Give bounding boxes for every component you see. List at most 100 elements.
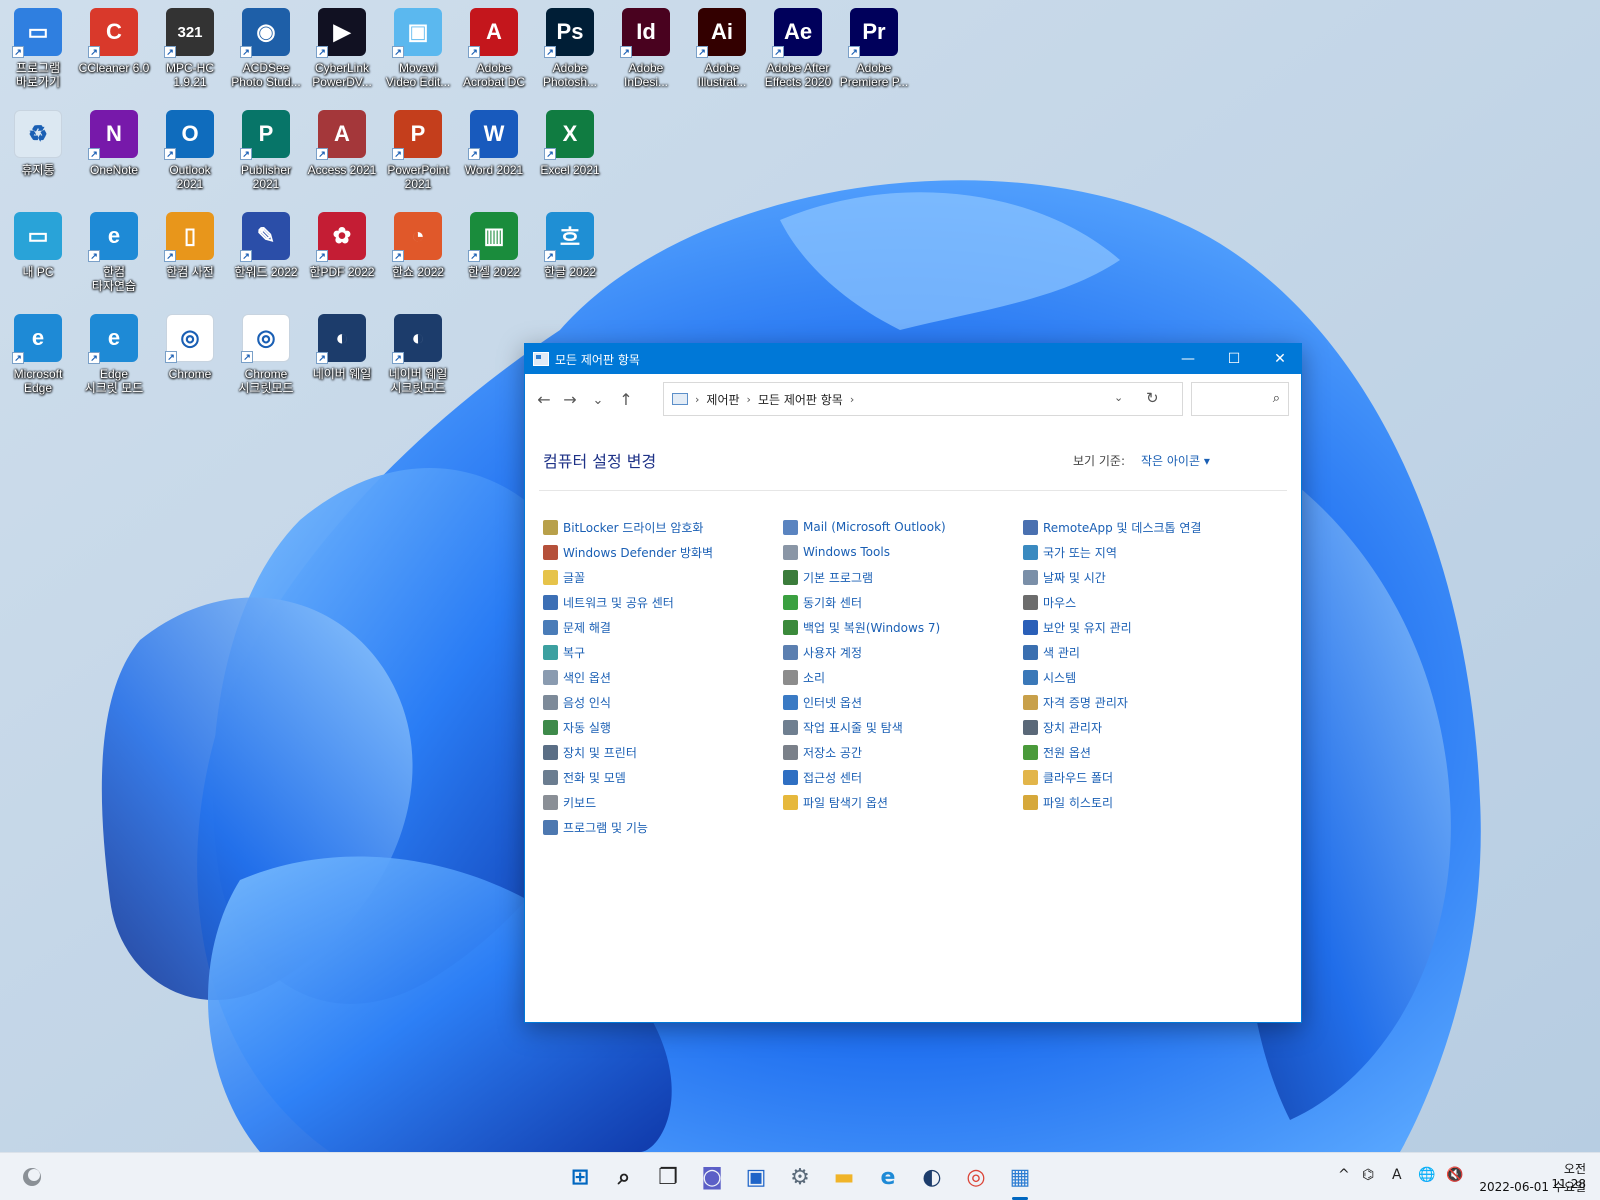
desktop-shortcut[interactable]: e ↗ Edge 시크릿 모드 <box>76 308 152 404</box>
up-arrow-icon[interactable]: ↑ <box>615 390 637 409</box>
address-bar[interactable]: › 제어판 › 모든 제어판 항목 › ⌄ ↻ <box>663 382 1183 416</box>
control-panel-item[interactable]: 음성 인식 <box>543 692 611 712</box>
control-panel-item[interactable]: 자동 실행 <box>543 717 611 737</box>
control-panel-item[interactable]: 파일 히스토리 <box>1023 792 1113 812</box>
control-panel-item[interactable]: 저장소 공간 <box>783 742 862 762</box>
desktop-shortcut[interactable]: Id ↗ Adobe InDesi... <box>608 2 684 98</box>
view-by-dropdown[interactable]: 작은 아이콘 ▾ <box>1141 452 1210 469</box>
desktop-shortcut[interactable]: P ↗ Publisher 2021 <box>228 104 304 200</box>
desktop-shortcut[interactable]: ◎ ↗ Chrome 시크릿모드 <box>228 308 304 404</box>
clock-date[interactable]: 2022-06-01 수요일 <box>1478 1178 1586 1195</box>
store-button[interactable]: ▣ <box>740 1161 772 1193</box>
usb-icon[interactable]: ⌬ <box>1362 1167 1374 1183</box>
address-dropdown-icon[interactable]: ⌄ <box>1114 391 1123 404</box>
refresh-icon[interactable]: ↻ <box>1146 389 1159 407</box>
desktop-shortcut[interactable]: ▯ ↗ 한컴 사전 <box>152 206 228 302</box>
desktop-shortcut[interactable]: ▭ 내 PC <box>0 206 76 302</box>
control-panel-item[interactable]: 파일 탐색기 옵션 <box>783 792 888 812</box>
control-panel-item[interactable]: 시스템 <box>1023 667 1076 687</box>
control-panel-item[interactable]: 키보드 <box>543 792 596 812</box>
desktop-shortcut[interactable]: ◐ ↗ 네이버 웨일 <box>304 308 380 404</box>
desktop-shortcut[interactable]: ✿ ↗ 한PDF 2022 <box>304 206 380 302</box>
control-panel-button[interactable]: ▦ <box>1004 1161 1036 1193</box>
weather-icon[interactable] <box>16 1161 48 1193</box>
control-panel-item[interactable]: 문제 해결 <box>543 617 611 637</box>
desktop-shortcut[interactable]: ▶ ↗ CyberLink PowerDV... <box>304 2 380 98</box>
desktop-shortcut[interactable]: Ai ↗ Adobe Illustrat... <box>684 2 760 98</box>
control-panel-item[interactable]: 색인 옵션 <box>543 667 611 687</box>
whale-button[interactable]: ◐ <box>916 1161 948 1193</box>
control-panel-item[interactable]: 날짜 및 시간 <box>1023 567 1106 587</box>
edge-button[interactable]: e <box>872 1161 904 1193</box>
maximize-button[interactable]: ☐ <box>1211 344 1257 374</box>
desktop-shortcut[interactable]: C ↗ CCleaner 6.0 <box>76 2 152 98</box>
settings-button[interactable]: ⚙ <box>784 1161 816 1193</box>
desktop-shortcut[interactable]: N ↗ OneNote <box>76 104 152 200</box>
task-view-button[interactable]: ❐ <box>652 1161 684 1193</box>
breadcrumb-all-items[interactable]: 모든 제어판 항목 <box>758 391 843 408</box>
tray-overflow-icon[interactable]: ^ <box>1338 1167 1350 1183</box>
control-panel-item[interactable]: RemoteApp 및 데스크톱 연결 <box>1023 517 1201 537</box>
control-panel-item[interactable]: Mail (Microsoft Outlook) <box>783 517 946 537</box>
control-panel-item[interactable]: 네트워크 및 공유 센터 <box>543 592 674 612</box>
desktop-shortcut[interactable]: ▣ ↗ Movavi Video Edit... <box>380 2 456 98</box>
network-icon[interactable]: 🌐 <box>1418 1167 1435 1183</box>
desktop-shortcut[interactable]: ▭ ↗ 프로그램 바로가기 <box>0 2 76 98</box>
start-button[interactable]: ⊞ <box>564 1161 596 1193</box>
desktop-shortcut[interactable]: ♻ 휴지통 <box>0 104 76 200</box>
control-panel-item[interactable]: 글꼴 <box>543 567 585 587</box>
control-panel-item[interactable]: 전원 옵션 <box>1023 742 1091 762</box>
search-box[interactable]: ⌕ <box>1191 382 1289 416</box>
control-panel-item[interactable]: 장치 관리자 <box>1023 717 1102 737</box>
forward-arrow-icon[interactable]: → <box>559 390 581 409</box>
control-panel-item[interactable]: 보안 및 유지 관리 <box>1023 617 1132 637</box>
control-panel-item[interactable]: 동기화 센터 <box>783 592 862 612</box>
desktop-shortcut[interactable]: A ↗ Adobe Acrobat DC <box>456 2 532 98</box>
control-panel-item[interactable]: 자격 증명 관리자 <box>1023 692 1128 712</box>
desktop-shortcut[interactable]: ◐ ↗ 네이버 웨일 시크릿모드 <box>380 308 456 404</box>
desktop-shortcut[interactable]: ◔ ↗ 한쇼 2022 <box>380 206 456 302</box>
control-panel-item[interactable]: 작업 표시줄 및 탐색 <box>783 717 903 737</box>
control-panel-item[interactable]: 백업 및 복원(Windows 7) <box>783 617 940 637</box>
control-panel-item[interactable]: 장치 및 프린터 <box>543 742 637 762</box>
file-explorer-button[interactable]: ▬ <box>828 1161 860 1193</box>
breadcrumb-control-panel[interactable]: 제어판 <box>706 391 739 408</box>
desktop-shortcut[interactable]: X ↗ Excel 2021 <box>532 104 608 200</box>
desktop-shortcut[interactable]: W ↗ Word 2021 <box>456 104 532 200</box>
search-button[interactable]: ⌕ <box>608 1161 640 1193</box>
desktop-shortcut[interactable]: P ↗ PowerPoint 2021 <box>380 104 456 200</box>
desktop-shortcut[interactable]: A ↗ Access 2021 <box>304 104 380 200</box>
desktop-shortcut[interactable]: e ↗ 한컴 타자연습 <box>76 206 152 302</box>
control-panel-item[interactable]: 마우스 <box>1023 592 1076 612</box>
desktop-shortcut[interactable]: ◎ ↗ Chrome <box>152 308 228 404</box>
recent-locations-icon[interactable]: ⌄ <box>587 393 609 408</box>
desktop-shortcut[interactable]: O ↗ Outlook 2021 <box>152 104 228 200</box>
desktop-shortcut[interactable]: ✎ ↗ 한워드 2022 <box>228 206 304 302</box>
desktop-shortcut[interactable]: 흐 ↗ 한글 2022 <box>532 206 608 302</box>
desktop-shortcut[interactable]: 321 ↗ MPC-HC 1.9.21 <box>152 2 228 98</box>
chat-button[interactable]: ◙ <box>696 1161 728 1193</box>
control-panel-item[interactable]: 인터넷 옵션 <box>783 692 862 712</box>
control-panel-item[interactable]: Windows Tools <box>783 542 890 562</box>
control-panel-item[interactable]: 사용자 계정 <box>783 642 862 662</box>
control-panel-item[interactable]: Windows Defender 방화벽 <box>543 542 713 562</box>
control-panel-item[interactable]: 클라우드 폴더 <box>1023 767 1113 787</box>
desktop-shortcut[interactable]: Ps ↗ Adobe Photosh... <box>532 2 608 98</box>
breadcrumb-chevron-icon[interactable]: › <box>850 393 854 406</box>
desktop-shortcut[interactable]: ▥ ↗ 한셀 2022 <box>456 206 532 302</box>
desktop-shortcut[interactable]: e ↗ Microsoft Edge <box>0 308 76 404</box>
control-panel-item[interactable]: 전화 및 모뎀 <box>543 767 626 787</box>
control-panel-item[interactable]: 접근성 센터 <box>783 767 862 787</box>
desktop-shortcut[interactable]: ◉ ↗ ACDSee Photo Stud... <box>228 2 304 98</box>
control-panel-item[interactable]: BitLocker 드라이브 암호화 <box>543 517 703 537</box>
chrome-button[interactable]: ◎ <box>960 1161 992 1193</box>
control-panel-item[interactable]: 색 관리 <box>1023 642 1080 662</box>
control-panel-item[interactable]: 프로그램 및 기능 <box>543 817 648 837</box>
control-panel-item[interactable]: 국가 또는 지역 <box>1023 542 1117 562</box>
window-titlebar[interactable]: 모든 제어판 항목 — ☐ ✕ <box>525 344 1301 374</box>
desktop-shortcut[interactable]: Ae ↗ Adobe After Effects 2020 <box>760 2 836 98</box>
desktop-shortcut[interactable]: Pr ↗ Adobe Premiere P... <box>836 2 912 98</box>
control-panel-item[interactable]: 소리 <box>783 667 825 687</box>
close-button[interactable]: ✕ <box>1257 344 1303 374</box>
ime-icon[interactable]: A <box>1392 1167 1402 1183</box>
